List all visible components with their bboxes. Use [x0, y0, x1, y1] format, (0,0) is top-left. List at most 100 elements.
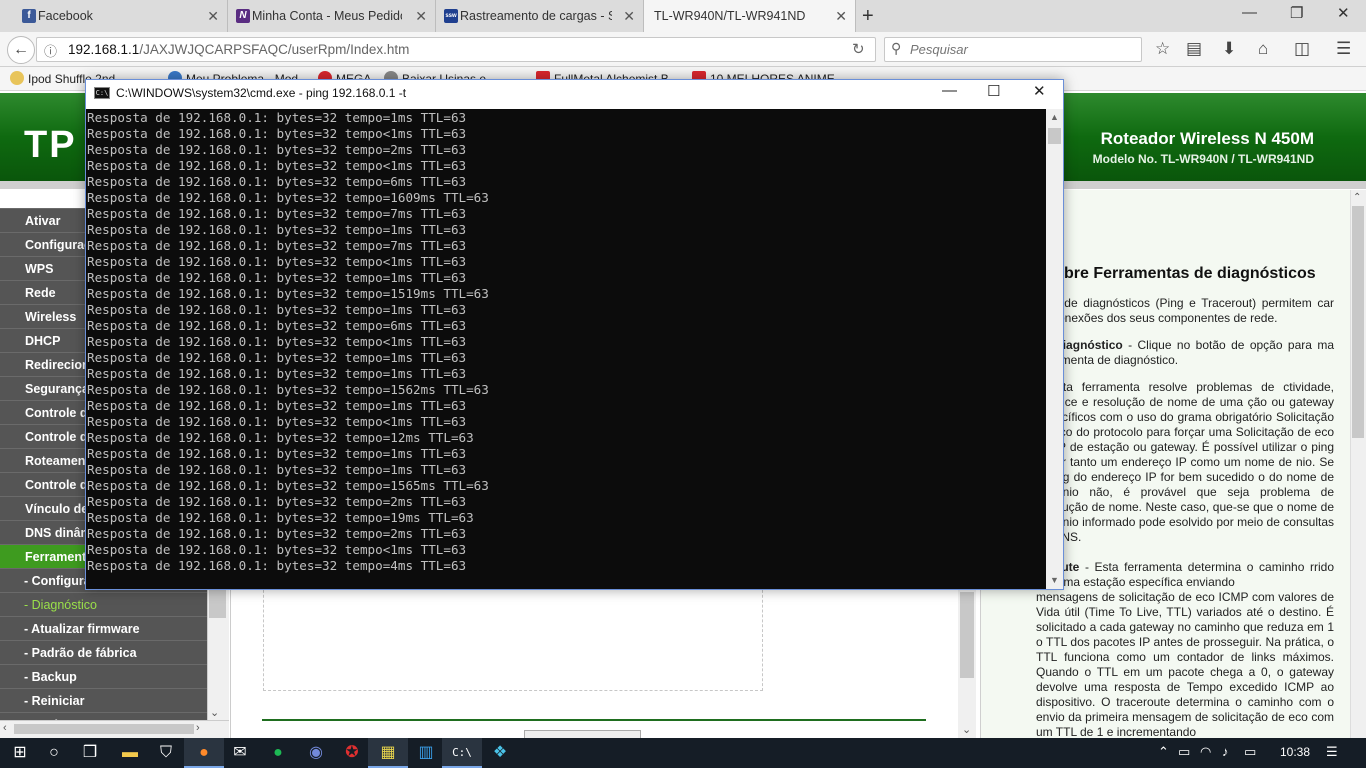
info-icon[interactable]: ⓘ: [44, 41, 57, 60]
sidebar-item-padrao[interactable]: - Padrão de fábrica: [0, 640, 207, 664]
maximize-icon[interactable]: ☐: [987, 82, 1000, 100]
task-view-icon[interactable]: ❒: [70, 738, 110, 768]
tab-router[interactable]: TL-WR940N/TL-WR941ND ✕: [644, 0, 856, 32]
app-red-icon[interactable]: ✪: [332, 738, 372, 768]
help-paragraph: ceroute - Esta ferramenta determina o ca…: [1036, 560, 1334, 589]
search-icon: ⚲: [891, 40, 902, 56]
console-line: Resposta de 192.168.0.1: bytes=32 tempo=…: [87, 142, 467, 157]
explorer-icon[interactable]: ▬: [110, 738, 150, 768]
console-line: Resposta de 192.168.0.1: bytes=32 tempo=…: [87, 238, 467, 253]
chevron-down-icon[interactable]: ⌄: [210, 706, 219, 719]
discord-icon[interactable]: ◉: [296, 738, 336, 768]
menu-hscroll-thumb[interactable]: [14, 724, 194, 734]
search-input[interactable]: [910, 42, 1130, 57]
console-line: Resposta de 192.168.0.1: bytes=32 tempo=…: [87, 110, 467, 125]
sidebar-item-backup[interactable]: - Backup: [0, 664, 207, 688]
console-line: Resposta de 192.168.0.1: bytes=32 tempo=…: [87, 558, 467, 573]
tab-facebook[interactable]: f Facebook ✕: [14, 0, 228, 32]
clock[interactable]: 10:38: [1280, 745, 1310, 759]
console-line: Resposta de 192.168.0.1: bytes=32 tempo=…: [87, 222, 467, 237]
console-line: Resposta de 192.168.0.1: bytes=32 tempo=…: [87, 318, 467, 333]
bookmark-icon: [10, 71, 24, 85]
app-cyan-icon[interactable]: ❖: [480, 738, 520, 768]
help-paragraph: - Esta ferramenta resolve problemas de c…: [1036, 380, 1334, 544]
tab-minha-conta[interactable]: N Minha Conta - Meus Pedidos ✕: [228, 0, 436, 32]
new-tab-button[interactable]: +: [862, 5, 874, 28]
home-icon[interactable]: ⌂: [1258, 39, 1268, 59]
console-line: Resposta de 192.168.0.1: bytes=32 tempo=…: [87, 462, 467, 477]
battery-icon[interactable]: ▭: [1178, 744, 1190, 760]
chevron-left-icon[interactable]: ‹: [3, 722, 7, 734]
bookmark-star-icon[interactable]: ☆: [1155, 39, 1170, 59]
console-line: Resposta de 192.168.0.1: bytes=32 tempo=…: [87, 510, 474, 525]
chevron-down-icon[interactable]: ⌄: [962, 723, 971, 736]
minimize-icon[interactable]: —: [942, 82, 957, 99]
pocket-icon[interactable]: ◫: [1294, 39, 1310, 59]
cmd-scroll-thumb[interactable]: [1048, 128, 1061, 144]
console-line: Resposta de 192.168.0.1: bytes=32 tempo=…: [87, 350, 467, 365]
main-divider: [262, 719, 926, 721]
sidebar-item-firmware[interactable]: - Atualizar firmware: [0, 616, 207, 640]
download-icon[interactable]: ⬇: [1222, 39, 1236, 59]
chevron-up-icon[interactable]: ▲: [1050, 112, 1059, 122]
tab-label: TL-WR940N/TL-WR941ND: [654, 9, 806, 23]
media-player-icon[interactable]: ▦: [368, 738, 408, 768]
close-icon[interactable]: ✕: [415, 8, 427, 25]
menu-icon[interactable]: ☰: [1336, 39, 1351, 59]
close-icon[interactable]: ✕: [835, 8, 847, 25]
sidebar-item-reiniciar[interactable]: - Reiniciar: [0, 688, 207, 712]
tab-rastreamento[interactable]: ssw Rastreamento de cargas - SSW ✕: [436, 0, 644, 32]
people-icon[interactable]: ⌃: [1158, 744, 1169, 760]
console-line: Resposta de 192.168.0.1: bytes=32 tempo=…: [87, 446, 467, 461]
reading-list-icon[interactable]: ▤: [1186, 39, 1202, 59]
app-blue-icon[interactable]: ▥: [406, 738, 446, 768]
spotify-icon[interactable]: ●: [258, 738, 298, 768]
main-scroll-thumb[interactable]: [960, 592, 974, 678]
router-title: Roteador Wireless N 450M: [1100, 129, 1314, 148]
console-line: Resposta de 192.168.0.1: bytes=32 tempo<…: [87, 126, 467, 141]
cmd-console[interactable]: Resposta de 192.168.0.1: bytes=32 tempo=…: [86, 109, 1046, 589]
facebook-icon: f: [22, 9, 36, 23]
url-text[interactable]: 192.168.1.1/JAXJWJQCARPSFAQC/userRpm/Ind…: [68, 42, 409, 57]
menu-scroll-thumb[interactable]: [209, 590, 226, 618]
diagnostic-result-textarea[interactable]: [263, 585, 763, 691]
cmd-taskbar-icon[interactable]: C:\: [442, 738, 482, 768]
console-line: Resposta de 192.168.0.1: bytes=32 tempo<…: [87, 542, 467, 557]
tp-link-logo: TP: [24, 124, 77, 166]
ssw-icon: ssw: [444, 9, 458, 23]
wifi-icon[interactable]: ◠: [1200, 744, 1211, 760]
store-icon[interactable]: ⛉: [146, 738, 186, 768]
arrow-left-icon: ←: [13, 41, 29, 58]
help-paragraph: ntas de diagnósticos (Ping e Tracerout) …: [1036, 296, 1334, 325]
close-icon[interactable]: ✕: [623, 8, 635, 25]
console-line: Resposta de 192.168.0.1: bytes=32 tempo=…: [87, 302, 467, 317]
back-button[interactable]: ←: [7, 36, 35, 64]
chevron-up-icon[interactable]: ⌃: [1353, 192, 1361, 203]
console-line: Resposta de 192.168.0.1: bytes=32 tempo=…: [87, 382, 489, 397]
minimize-icon[interactable]: —: [1242, 4, 1257, 21]
restore-icon[interactable]: ❐: [1290, 4, 1303, 22]
action-center-icon[interactable]: ☰: [1326, 744, 1338, 760]
close-icon[interactable]: ✕: [207, 8, 219, 25]
chevron-right-icon[interactable]: ›: [196, 722, 200, 734]
cortana-icon[interactable]: ○: [34, 738, 74, 768]
help-title: bre Ferramentas de diagnósticos: [1064, 265, 1316, 282]
console-line: Resposta de 192.168.0.1: bytes=32 tempo=…: [87, 494, 467, 509]
sidebar-item-diagnostico[interactable]: - Diagnóstico: [0, 592, 207, 616]
chevron-down-icon[interactable]: ▼: [1050, 575, 1059, 585]
volume-icon[interactable]: ♪: [1222, 744, 1229, 759]
console-line: Resposta de 192.168.0.1: bytes=32 tempo<…: [87, 254, 467, 269]
cmd-scrollbar[interactable]: [1046, 109, 1063, 589]
firefox-icon[interactable]: ●: [184, 738, 224, 768]
notification-icon[interactable]: ▭: [1244, 744, 1256, 760]
reload-icon[interactable]: ↻: [852, 40, 865, 58]
console-line: Resposta de 192.168.0.1: bytes=32 tempo=…: [87, 430, 474, 445]
sidebar-item-senha[interactable]: - Senha: [0, 712, 207, 720]
router-model: Modelo No. TL-WR940N / TL-WR941ND: [1092, 152, 1314, 166]
help-paragraph: mensagens de solicitação de eco ICMP com…: [1036, 590, 1334, 738]
help-scroll-thumb[interactable]: [1352, 206, 1364, 438]
window-close-icon[interactable]: ✕: [1033, 82, 1046, 100]
mail-icon[interactable]: ✉: [220, 738, 260, 768]
window-close-icon[interactable]: ✕: [1337, 4, 1350, 22]
console-line: Resposta de 192.168.0.1: bytes=32 tempo=…: [87, 286, 489, 301]
